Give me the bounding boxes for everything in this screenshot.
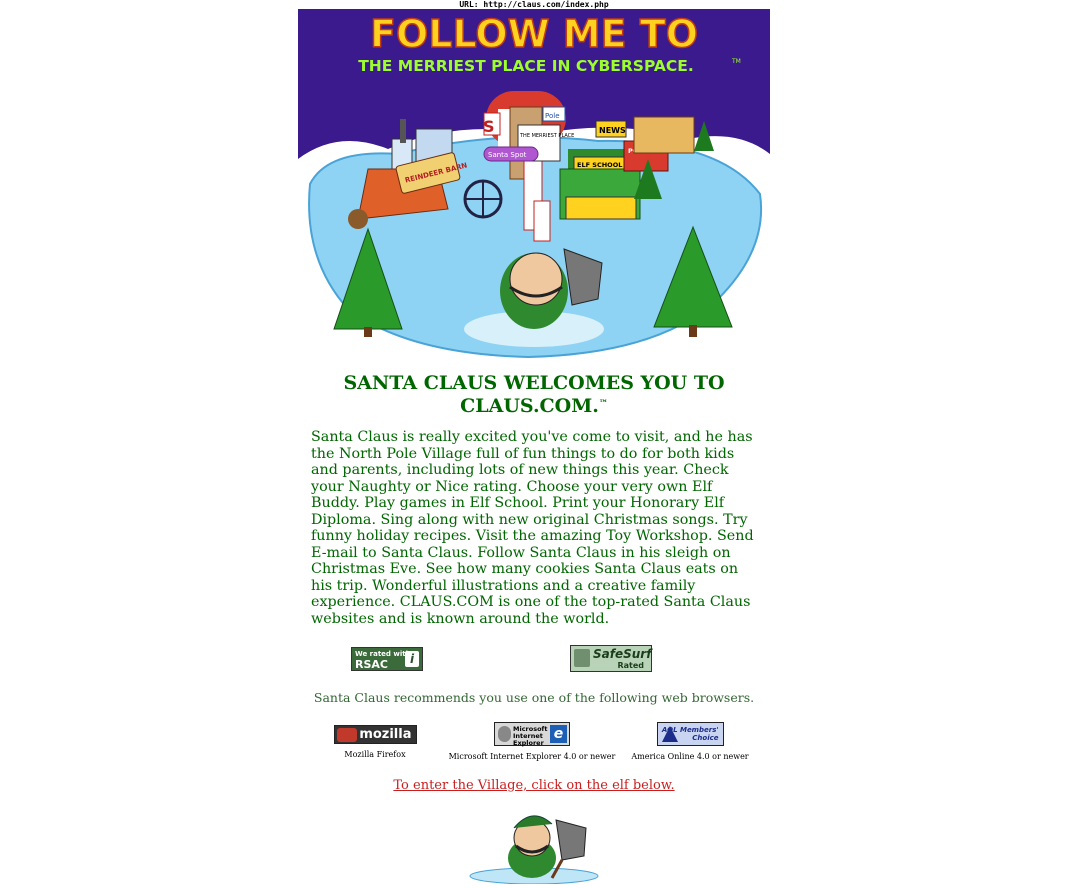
browser-aol[interactable]: AOL Members' Choice America Online 4.0 o…	[628, 722, 752, 761]
browser-recommendation: Santa Claus recommends you use one of th…	[313, 690, 755, 705]
elf-enter-button[interactable]	[466, 806, 602, 885]
aol-logo[interactable]: AOL Members' Choice	[656, 722, 724, 746]
info-icon: i	[405, 651, 419, 667]
safesurf-line1: SafeSurf	[593, 647, 652, 661]
headline-text: FOLLOW ME TO	[370, 12, 698, 56]
url-bar: URL: http://claus.com/index.php	[459, 0, 609, 9]
tagline-mark: TM	[731, 58, 741, 65]
mozilla-logo[interactable]: mozilla	[333, 725, 417, 744]
welcome-title-text: SANTA CLAUS WELCOMES YOU TO CLAUS.COM.	[343, 372, 725, 417]
sign-santa-spot: Santa Spot	[488, 151, 527, 159]
ie-logo-text: Microsoft Internet Explorer	[513, 725, 548, 747]
sign-the-merriest-place: THE MERRIEST PLACE	[519, 133, 574, 139]
browser-mozilla[interactable]: mozilla Mozilla Firefox	[325, 725, 425, 759]
seal-icon	[498, 726, 511, 742]
aol-triangle-icon	[661, 726, 678, 742]
elf-icon	[469, 815, 599, 885]
aol-caption: America Online 4.0 or newer	[631, 752, 749, 761]
trademark-mark: ™	[598, 399, 608, 409]
safesurf-line2: Rated	[617, 661, 644, 670]
tagline-text: THE MERRIEST PLACE IN CYBERSPACE.	[358, 57, 694, 75]
mozilla-caption: Mozilla Firefox	[344, 750, 406, 759]
browser-internet-explorer[interactable]: Microsoft Internet Explorer e Microsoft …	[445, 722, 619, 761]
ie-caption: Microsoft Internet Explorer 4.0 or newer	[448, 752, 616, 761]
mozilla-dino-icon	[336, 728, 357, 742]
hero-village-illustration[interactable]: FOLLOW ME TO THE MERRIEST PLACE IN CYBER…	[298, 9, 770, 359]
village-map: FOLLOW ME TO THE MERRIEST PLACE IN CYBER…	[298, 9, 770, 359]
sign-s: S	[483, 117, 495, 136]
welcome-body: Santa Claus is really excited you've com…	[311, 429, 754, 627]
mozilla-logo-text: mozilla	[359, 727, 412, 742]
internet-explorer-logo[interactable]: Microsoft Internet Explorer e	[494, 722, 570, 747]
ie-e-icon: e	[550, 725, 567, 743]
sign-news: NEWS	[599, 126, 626, 135]
enter-village-link[interactable]: To enter the Village, click on the elf b…	[290, 778, 778, 793]
sign-elf-school: ELF SCHOOL	[577, 161, 622, 169]
safesurf-rating-badge[interactable]: SafeSurf Rated	[570, 645, 652, 672]
welcome-title: SANTA CLAUS WELCOMES YOU TO CLAUS.COM.™	[330, 372, 738, 418]
rsac-rating-badge[interactable]: We rated with RSAC i	[351, 647, 423, 671]
globe-icon	[574, 649, 590, 667]
sign-pole: Pole	[545, 112, 560, 120]
